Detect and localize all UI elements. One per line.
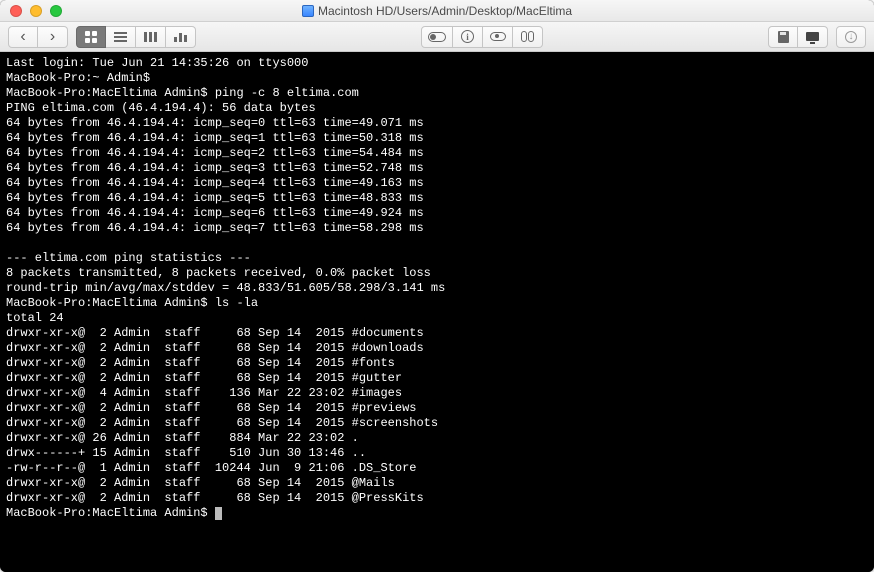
ping-stats-line: 8 packets transmitted, 8 packets receive… (6, 266, 431, 280)
window-title-text: Macintosh HD/Users/Admin/Desktop/MacElti… (318, 4, 572, 18)
ping-line: 64 bytes from 46.4.194.4: icmp_seq=6 ttl… (6, 206, 424, 220)
ls-row: drwxr-xr-x@ 2 Admin staff 68 Sep 14 2015… (6, 491, 424, 505)
monitor-icon (806, 32, 819, 41)
terminal-output[interactable]: Last login: Tue Jun 21 14:35:26 on ttys0… (0, 52, 874, 572)
view-group (76, 26, 196, 48)
save-button[interactable] (768, 26, 798, 48)
columns-icon (144, 32, 157, 42)
floppy-icon (778, 31, 789, 43)
terminal-cursor (215, 507, 222, 520)
coverflow-view-button[interactable] (166, 26, 196, 48)
icon-view-button[interactable] (76, 26, 106, 48)
line-prompt: MacBook-Pro:MacEltima Admin$ (6, 86, 208, 100)
ls-row: drwxr-xr-x@ 2 Admin staff 68 Sep 14 2015… (6, 401, 416, 415)
ls-row: drwxr-xr-x@ 2 Admin staff 68 Sep 14 2015… (6, 476, 395, 490)
bars-icon (174, 31, 187, 42)
right-tools-b: ↓ (836, 26, 866, 48)
ping-line: 64 bytes from 46.4.194.4: icmp_seq=7 ttl… (6, 221, 424, 235)
cmd-ping: ping -c 8 eltima.com (215, 86, 359, 100)
cmd-ls: ls -la (215, 296, 258, 310)
ping-line: 64 bytes from 46.4.194.4: icmp_seq=5 ttl… (6, 191, 424, 205)
minimize-button[interactable] (30, 5, 42, 17)
window-title: Macintosh HD/Users/Admin/Desktop/MacElti… (0, 4, 874, 18)
window-titlebar: Macintosh HD/Users/Admin/Desktop/MacElti… (0, 0, 874, 22)
ls-row: drwxr-xr-x@ 2 Admin staff 68 Sep 14 2015… (6, 371, 402, 385)
line-ping-header: PING eltima.com (46.4.194.4): 56 data by… (6, 101, 316, 115)
line-last-login: Last login: Tue Jun 21 14:35:26 on ttys0… (6, 56, 308, 70)
ping-line: 64 bytes from 46.4.194.4: icmp_seq=2 ttl… (6, 146, 424, 160)
back-button[interactable] (8, 26, 38, 48)
traffic-lights (0, 5, 62, 17)
forward-button[interactable] (38, 26, 68, 48)
info-button[interactable]: i (453, 26, 483, 48)
ls-row: -rw-r--r--@ 1 Admin staff 10244 Jun 9 21… (6, 461, 416, 475)
app-window: Macintosh HD/Users/Admin/Desktop/MacElti… (0, 0, 874, 572)
nav-group (8, 26, 68, 48)
eye-icon (490, 32, 506, 41)
list-icon (114, 32, 127, 42)
download-button[interactable]: ↓ (836, 26, 866, 48)
ping-line: 64 bytes from 46.4.194.4: icmp_seq=1 ttl… (6, 131, 424, 145)
display-button[interactable] (798, 26, 828, 48)
ls-row: drwxr-xr-x@ 2 Admin staff 68 Sep 14 2015… (6, 326, 424, 340)
ls-row: drwxr-xr-x@ 26 Admin staff 884 Mar 22 23… (6, 431, 359, 445)
ls-total: total 24 (6, 311, 64, 325)
disk-icon (302, 5, 314, 17)
info-icon: i (461, 30, 474, 43)
ping-stats-line: round-trip min/avg/max/stddev = 48.833/5… (6, 281, 445, 295)
line-prompt: MacBook-Pro:MacEltima Admin$ (6, 296, 208, 310)
ls-row: drwxr-xr-x@ 2 Admin staff 68 Sep 14 2015… (6, 356, 395, 370)
ls-row: drwx------+ 15 Admin staff 510 Jun 30 13… (6, 446, 366, 460)
binoculars-icon (521, 31, 534, 42)
ping-line: 64 bytes from 46.4.194.4: icmp_seq=0 ttl… (6, 116, 424, 130)
column-view-button[interactable] (136, 26, 166, 48)
line-prompt-home: MacBook-Pro:~ Admin$ (6, 71, 150, 85)
ping-line: 64 bytes from 46.4.194.4: icmp_seq=3 ttl… (6, 161, 424, 175)
chevron-right-icon (50, 29, 55, 45)
toggle-icon (428, 32, 446, 42)
ping-line: 64 bytes from 46.4.194.4: icmp_seq=4 ttl… (6, 176, 424, 190)
ls-row: drwxr-xr-x@ 2 Admin staff 68 Sep 14 2015… (6, 341, 424, 355)
grid-icon (85, 31, 97, 43)
download-icon: ↓ (845, 31, 857, 43)
toolbar: i ↓ (0, 22, 874, 52)
chevron-left-icon (20, 29, 25, 45)
right-tools-a (768, 26, 828, 48)
quicklook-button[interactable] (483, 26, 513, 48)
binoculars-button[interactable] (513, 26, 543, 48)
close-button[interactable] (10, 5, 22, 17)
line-prompt: MacBook-Pro:MacEltima Admin$ (6, 506, 208, 520)
ping-stats-header: --- eltima.com ping statistics --- (6, 251, 251, 265)
ls-row: drwxr-xr-x@ 2 Admin staff 68 Sep 14 2015… (6, 416, 438, 430)
zoom-button[interactable] (50, 5, 62, 17)
ls-row: drwxr-xr-x@ 4 Admin staff 136 Mar 22 23:… (6, 386, 402, 400)
list-view-button[interactable] (106, 26, 136, 48)
center-tools: i (421, 26, 543, 48)
toggle-button[interactable] (421, 26, 453, 48)
